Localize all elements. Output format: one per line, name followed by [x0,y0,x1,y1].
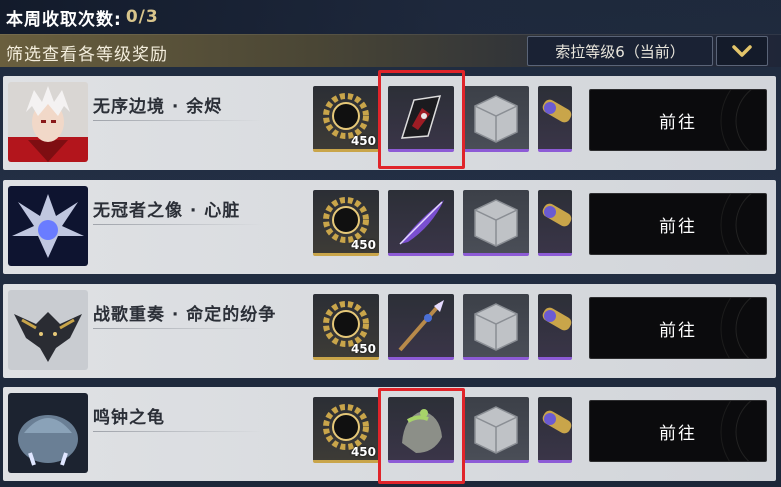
level-dropdown-button[interactable] [716,36,768,66]
purple-tube-icon [542,307,572,331]
reward-slot[interactable] [463,86,529,152]
reward-count: 450 [350,134,376,148]
highlight-box [378,70,465,169]
reward-count: 450 [350,445,376,459]
reward-count: 450 [350,342,376,356]
reward-slot[interactable] [463,397,529,463]
go-button-label: 前往 [659,423,697,444]
name-divider [93,431,263,432]
boss-name: 无序边境 · 余烬 [93,97,223,117]
boss-row-heart: 无冠者之像 · 心脏 450 前往 [3,180,776,274]
name-divider [93,224,263,225]
stone-cube-icon [474,406,518,454]
reward-slot[interactable] [538,190,572,256]
purple-tube-icon [542,203,572,227]
stone-cube-icon [474,95,518,143]
chevron-down-icon [732,45,752,57]
reward-slot[interactable]: 450 [313,190,379,256]
weekly-claim-bar: 本周收取次数: 0/3 [0,0,781,34]
go-button[interactable]: 前往 [589,400,767,462]
crownless-statue-icon [8,186,88,266]
go-button[interactable]: 前往 [589,193,767,255]
boss-name: 鸣钟之龟 [93,408,165,428]
reward-slot[interactable] [463,190,529,256]
reward-slot[interactable] [463,294,529,360]
stone-cube-icon [474,199,518,247]
reward-slot[interactable]: 450 [313,397,379,463]
boss-portrait [8,186,88,266]
stone-cube-icon [474,303,518,351]
boss-portrait [8,290,88,370]
boss-row-warsong: 战歌重奏 · 命定的纷争 450 前往 [3,284,776,378]
filter-title: 筛选查看各等级奖励 [6,45,168,65]
boss-name: 战歌重奏 · 命定的纷争 [93,305,277,325]
purple-tube-icon [542,410,572,434]
highlight-box [378,388,465,484]
purple-tube-icon [542,99,572,123]
go-button[interactable]: 前往 [589,297,767,359]
reward-slot[interactable]: 450 [313,294,379,360]
reward-slot[interactable] [538,86,572,152]
boss-portrait [8,393,88,473]
white-haired-character-icon [8,82,88,162]
boss-name: 无冠者之像 · 心脏 [93,201,241,221]
level-select[interactable]: 索拉等级6（当前） [527,36,713,66]
violet-feather-icon [399,200,444,245]
name-divider [93,328,263,329]
weekly-claim-label: 本周收取次数: [6,9,122,30]
filter-bar: 筛选查看各等级奖励 索拉等级6（当前） [0,34,781,67]
dragon-head-icon [8,290,88,370]
reward-count: 450 [350,238,376,252]
name-divider [93,120,263,121]
go-button-label: 前往 [659,112,697,133]
reward-slot[interactable]: 450 [313,86,379,152]
ornate-spear-icon [398,300,444,352]
bell-turtle-icon [8,393,88,473]
go-button-label: 前往 [659,320,697,341]
reward-slot[interactable] [538,397,572,463]
reward-slot[interactable] [538,294,572,360]
reward-slot[interactable] [388,294,454,360]
boss-portrait [8,82,88,162]
reward-slot[interactable] [388,190,454,256]
weekly-claim-count: 0/3 [125,7,159,27]
go-button-label: 前往 [659,216,697,237]
go-button[interactable]: 前往 [589,89,767,151]
